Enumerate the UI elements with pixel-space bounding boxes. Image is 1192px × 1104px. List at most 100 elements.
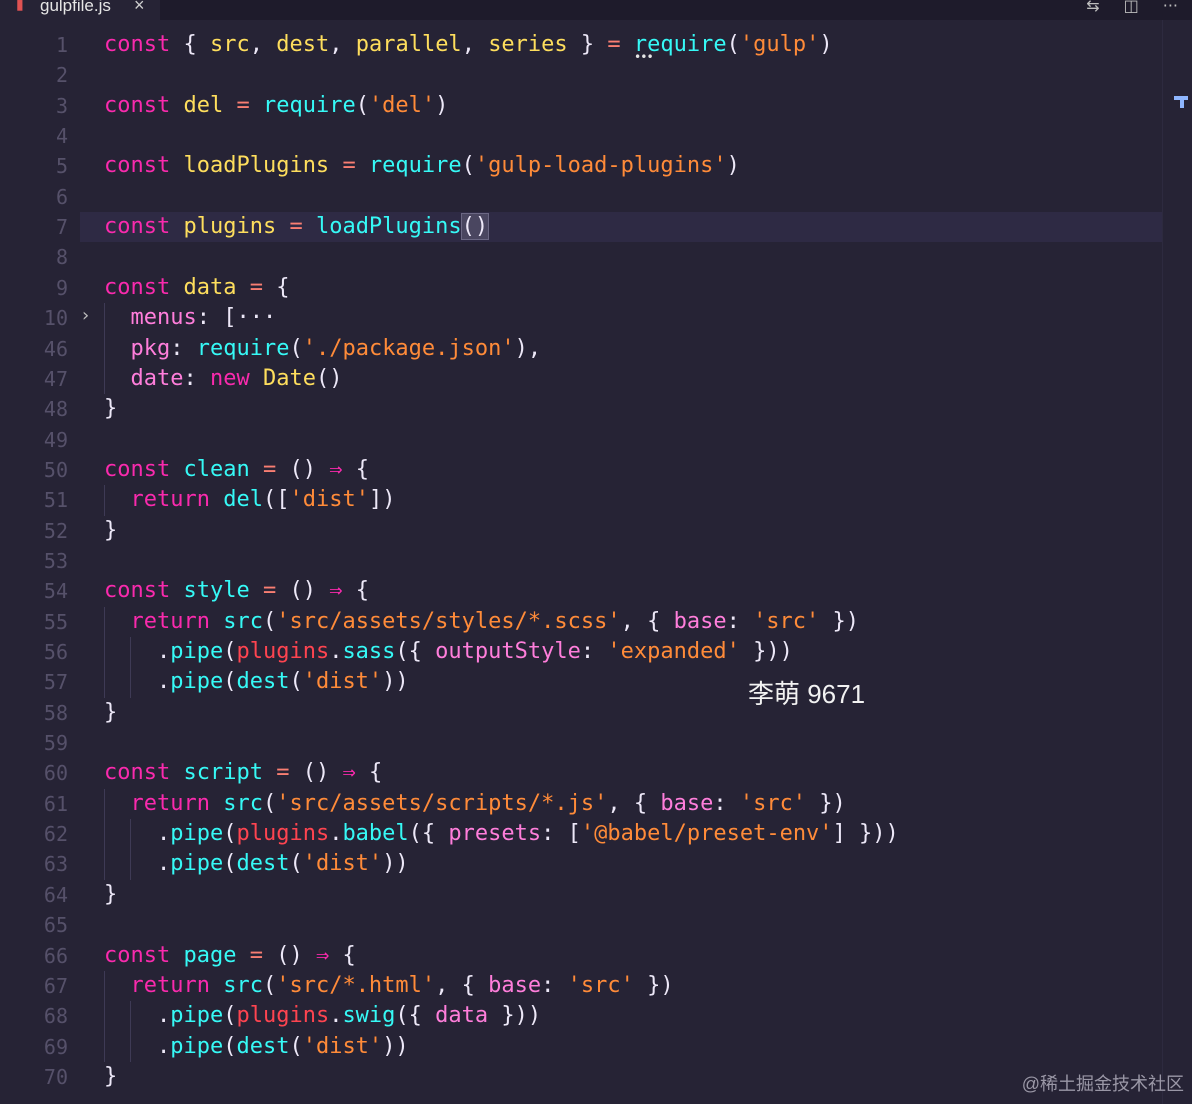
code-line: .pipe(plugins.sass({ outputStyle: 'expan… [104,637,793,667]
indent-guide [130,1001,131,1062]
code-token: data [435,1003,489,1029]
code-line: const style = () ⇒ { [104,576,369,606]
code-token: './package.json' [302,335,515,361]
scrollbar-track[interactable] [1162,20,1163,1104]
code-line: const loadPlugins = require('gulp-load-p… [104,151,740,181]
code-token: } [104,881,118,907]
code-token: })) [739,639,793,664]
code-token: 'expanded' [607,639,740,664]
code-token: ( [262,790,277,816]
code-token: ( [223,851,237,877]
code-token: , [329,32,356,57]
code-token: ) [726,153,740,179]
code-token: () [302,760,343,786]
line-number: 9 [55,275,68,300]
code-token: new [209,365,263,391]
code-token: style [183,578,263,604]
code-token: } [104,699,118,725]
code-token: dest [236,851,290,877]
code-token: page [183,942,250,968]
code-token: return [130,608,224,634]
line-number: 66 [43,943,68,968]
code-token: ⇒ [329,578,356,604]
code-token: ( [289,335,303,361]
code-token: ⇒ [342,760,369,786]
line-number: 68 [43,1004,68,1029]
code-token: : [726,608,754,634]
code-token: 'src' [567,972,634,998]
split-editor-icon[interactable]: ◫ [1124,0,1139,15]
code-token: loadPlugins [315,214,462,240]
code-token: }) [819,608,860,634]
code-line: return src('src/assets/styles/*.scss', {… [104,607,860,637]
code-token: 'del' [368,92,436,118]
code-token: ), [514,335,542,361]
code-line: } [104,880,117,910]
code-token: : [183,365,210,391]
code-token: const [104,214,184,240]
compare-changes-icon[interactable]: ⇆ [1086,0,1099,15]
line-number: 10 [43,306,68,331]
line-number: 48 [43,397,68,422]
line-number: 8 [55,245,68,270]
code-line: const script = () ⇒ { [104,758,382,788]
code-token: 'src/assets/scripts/*.js' [276,790,608,816]
code-token: src [223,972,263,998]
code-token: ( [289,851,303,877]
code-token: ( [262,608,277,634]
code-token: 'dist' [302,669,383,695]
code-token: const [104,760,184,786]
code-token: . [156,851,171,877]
close-icon[interactable]: × [134,0,145,16]
code-token: . [156,1003,171,1029]
code-token: : [196,305,224,331]
code-token: ( [223,669,237,695]
code-token: 'src/assets/styles/*.scss' [276,608,621,634]
code-token: const [104,274,184,300]
code-line: return src('src/assets/scripts/*.js', { … [104,789,846,819]
code-token: 'src/*.html' [276,972,436,998]
code-token: ( [223,821,237,847]
line-number: 60 [43,761,68,786]
code-token: const [104,578,184,604]
code-line: } [104,1062,117,1092]
indent-guide [130,819,131,880]
code-token: menus [130,305,197,331]
code-token: plugins [236,821,330,847]
code-token: src [209,32,250,57]
line-number: 56 [43,640,68,664]
code-token: . [156,669,171,695]
code-token: ⇒ [329,456,356,482]
tab-gulpfile[interactable]: ▮ gulpfile.js × [0,0,160,22]
fold-chevron-icon[interactable]: › [80,305,91,326]
code-token: = [289,214,316,240]
line-number: 54 [43,579,68,604]
code-token: require [196,335,290,361]
code-line: const page = () ⇒ { [104,941,356,971]
line-number: 59 [43,731,68,756]
code-token: ( [223,1003,237,1029]
code-token: , { [607,790,661,816]
line-number: 55 [43,609,68,634]
code-token: pipe [170,669,224,695]
code-token: . [329,639,343,664]
code-token: const [104,153,184,179]
line-number: 47 [43,366,68,391]
code-token: : [580,639,608,664]
code-token: return [130,972,224,998]
code-token: pipe [170,639,224,664]
code-token: dest [236,1033,290,1059]
code-token: pipe [170,1033,224,1059]
code-token: swig [342,1003,396,1029]
code-token: ( [223,639,237,664]
code-token: babel [342,821,409,847]
more-actions-icon[interactable]: ··· [1163,0,1178,15]
line-number: 53 [43,548,68,573]
code-token: , [461,32,489,57]
code-token: . [156,1033,171,1059]
editor-actions: ⇆ ◫ ··· [1086,0,1178,15]
code-token: { [183,32,210,57]
code-token: pkg [130,335,171,361]
